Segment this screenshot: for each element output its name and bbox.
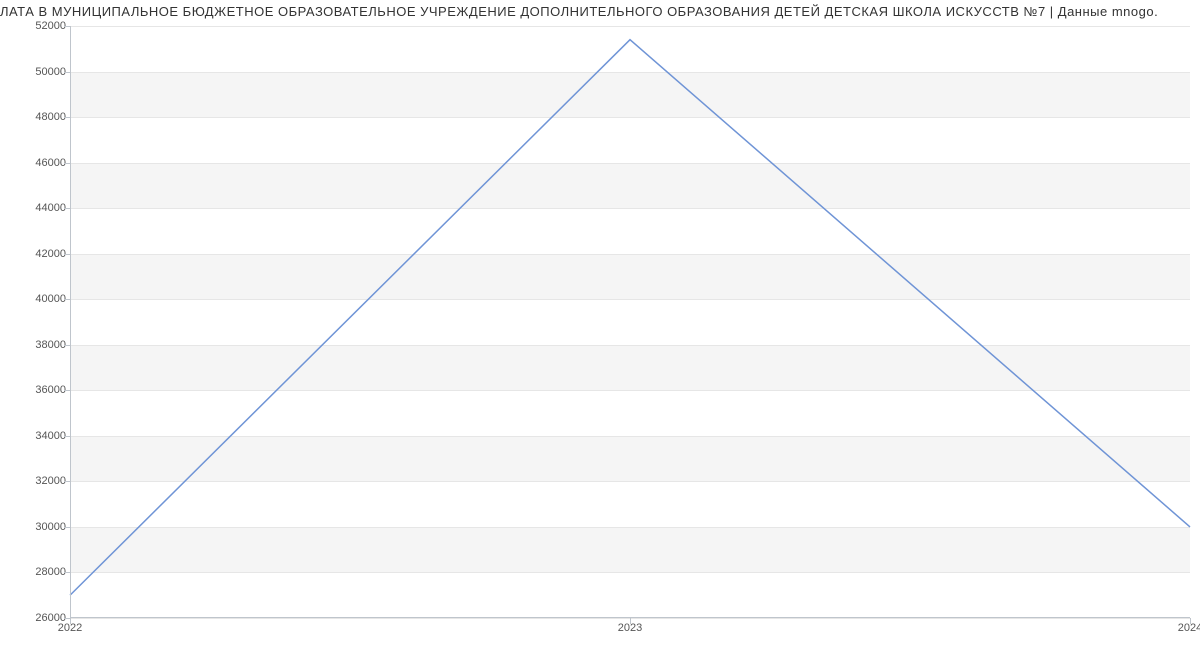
y-axis-line	[70, 26, 71, 618]
y-tick-mark	[64, 390, 70, 391]
y-tick-mark	[64, 572, 70, 573]
y-tick-label: 44000	[6, 202, 66, 214]
y-tick-label: 38000	[6, 339, 66, 351]
chart-title: ЛАТА В МУНИЦИПАЛЬНОЕ БЮДЖЕТНОЕ ОБРАЗОВАТ…	[0, 0, 1200, 19]
y-tick-label: 36000	[6, 384, 66, 396]
y-tick-label: 30000	[6, 521, 66, 533]
y-tick-label: 48000	[6, 111, 66, 123]
y-tick-label: 40000	[6, 293, 66, 305]
x-tick-mark	[630, 618, 631, 624]
plot-area	[70, 26, 1190, 618]
y-tick-mark	[64, 345, 70, 346]
y-tick-mark	[64, 527, 70, 528]
y-tick-mark	[64, 26, 70, 27]
y-tick-label: 42000	[6, 248, 66, 260]
y-tick-mark	[64, 208, 70, 209]
y-tick-mark	[64, 254, 70, 255]
x-tick-mark	[1190, 618, 1191, 624]
y-tick-label: 34000	[6, 430, 66, 442]
x-tick-mark	[70, 618, 71, 624]
x-tick-label: 2024	[1178, 622, 1200, 634]
line-series	[70, 26, 1190, 618]
y-tick-mark	[64, 72, 70, 73]
y-tick-label: 52000	[6, 20, 66, 32]
y-tick-mark	[64, 436, 70, 437]
y-tick-mark	[64, 481, 70, 482]
y-tick-label: 28000	[6, 566, 66, 578]
y-tick-label: 46000	[6, 157, 66, 169]
y-tick-mark	[64, 299, 70, 300]
y-tick-label: 50000	[6, 66, 66, 78]
y-tick-mark	[64, 163, 70, 164]
y-tick-mark	[64, 117, 70, 118]
y-tick-label: 32000	[6, 475, 66, 487]
